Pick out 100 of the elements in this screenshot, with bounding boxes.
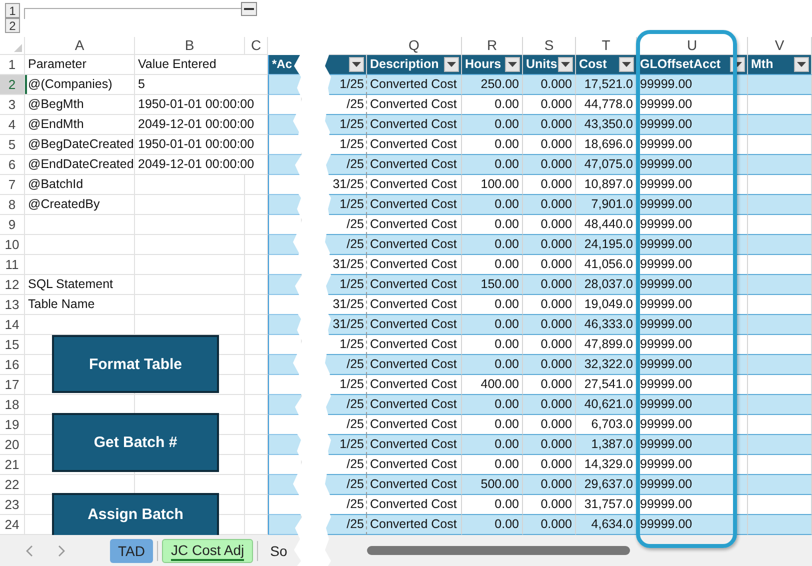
table-cell: @CreatedBy [25,195,135,215]
row-header[interactable]: 18 [0,395,25,415]
table-cell: Table Name [25,295,135,315]
minus-icon [244,8,254,10]
row-header[interactable]: 5 [0,135,25,155]
table-cell: Converted Cost [367,155,462,175]
table-cell: 1950-01-01 00:00:00 [135,95,268,115]
sheet-tab[interactable]: So [262,538,296,562]
row-header[interactable]: 4 [0,115,25,135]
table-cell: 0.000 [523,515,576,535]
table-cell: Converted Cost [367,115,462,135]
table-cell: /25 [325,395,367,415]
table-cell: @EndDateCreated [25,155,135,175]
table-cell: 0.000 [523,475,576,495]
table-cell: @BegMth [25,95,135,115]
table-cell: 32,322.0 [576,355,637,375]
table-cell: @BegDateCreated [25,135,135,155]
table-cell: 1,387.0 [576,435,637,455]
row-header[interactable]: 14 [0,315,25,335]
table-cell: 500.00 [462,475,523,495]
column-header[interactable]: A [25,37,135,55]
table-cell: SQL Statement [25,275,135,295]
filter-button[interactable] [444,57,459,72]
table-cell: Converted Cost [367,355,462,375]
table-cell: 0.00 [462,435,523,455]
caret-icon [352,62,361,67]
table-cell: @EndMth [25,115,135,135]
table-cell: /25 [325,155,367,175]
table-cell: 29,637.0 [576,475,637,495]
table-cell: Parameter [25,55,135,75]
table-cell: 0.000 [523,355,576,375]
table-cell: 47,075.0 [576,155,637,175]
column-header[interactable]: Units [523,55,576,75]
column-header[interactable]: Description [367,55,462,75]
row-header[interactable]: 15 [0,335,25,355]
table-cell: 0.000 [523,315,576,335]
column-header[interactable]: Cost [576,55,637,75]
row-header[interactable]: 16 [0,355,25,375]
table-cell: Converted Cost [367,515,462,535]
table-cell: 43,350.0 [576,115,637,135]
table-cell: 150.00 [462,275,523,295]
outline-level-button[interactable]: 1 [5,3,20,18]
row-header[interactable]: 17 [0,375,25,395]
table-cell: Converted Cost [367,475,462,495]
row-header[interactable]: 22 [0,475,25,495]
row-header[interactable]: 20 [0,435,25,455]
table-cell: 4,634.0 [576,515,637,535]
table-cell: /25 [325,515,367,535]
row-header[interactable]: 10 [0,235,25,255]
table-cell: 1/25 [325,275,367,295]
caret-icon [561,62,570,67]
row-header[interactable]: 2 [0,75,25,95]
table-cell: /25 [325,355,367,375]
macro-button[interactable]: Format Table [52,335,219,393]
column-header[interactable]: C [245,37,268,55]
table-cell: 0.00 [462,195,523,215]
table-cell: @BatchId [25,175,135,195]
table-cell: 0.00 [462,155,523,175]
column-header[interactable]: Mth [748,55,812,75]
scrollbar-thumb[interactable] [367,546,630,555]
row-header[interactable]: 21 [0,455,25,475]
row-header[interactable]: 13 [0,295,25,315]
filter-button[interactable] [505,57,520,72]
sheet-tab[interactable]: TAD [110,538,153,562]
row-header[interactable]: 9 [0,215,25,235]
macro-button[interactable]: Get Batch # [52,413,219,472]
filter-button[interactable] [349,57,364,72]
table-cell: 99999.00 [637,515,748,535]
table-cell: 17,521.0 [576,75,637,95]
table-cell: Converted Cost [367,275,462,295]
table-cell: 0.00 [462,315,523,335]
row-header[interactable]: 12 [0,275,25,295]
table-cell: Converted Cost [367,75,462,95]
row-header[interactable]: 6 [0,155,25,175]
table-cell: 250.00 [462,75,523,95]
table-cell: 0.000 [523,275,576,295]
column-header[interactable] [325,55,367,75]
macro-button[interactable]: Assign Batch [52,493,219,535]
row-header[interactable]: 11 [0,255,25,275]
filter-button[interactable] [619,57,634,72]
collapse-button[interactable] [241,2,257,16]
filter-button[interactable] [794,57,809,72]
column-header[interactable]: B [135,37,245,55]
row-header[interactable]: 3 [0,95,25,115]
table-cell: 0.000 [523,115,576,135]
outline-level-button[interactable]: 2 [5,18,20,33]
table-cell: 0.000 [523,75,576,95]
sheet-tab[interactable]: JC Cost Adj [162,538,254,562]
table-cell: Converted Cost [367,395,462,415]
row-header[interactable]: 19 [0,415,25,435]
table-cell: Converted Cost [367,195,462,215]
table-cell: 0.00 [462,515,523,535]
row-header[interactable]: 8 [0,195,25,215]
column-header[interactable]: Hours [462,55,523,75]
table-cell: 0.000 [523,235,576,255]
table-cell: 0.00 [462,115,523,135]
table-cell: 24,195.0 [576,235,637,255]
row-header[interactable]: 7 [0,175,25,195]
row-header[interactable]: 23 [0,495,25,515]
filter-button[interactable] [558,57,573,72]
